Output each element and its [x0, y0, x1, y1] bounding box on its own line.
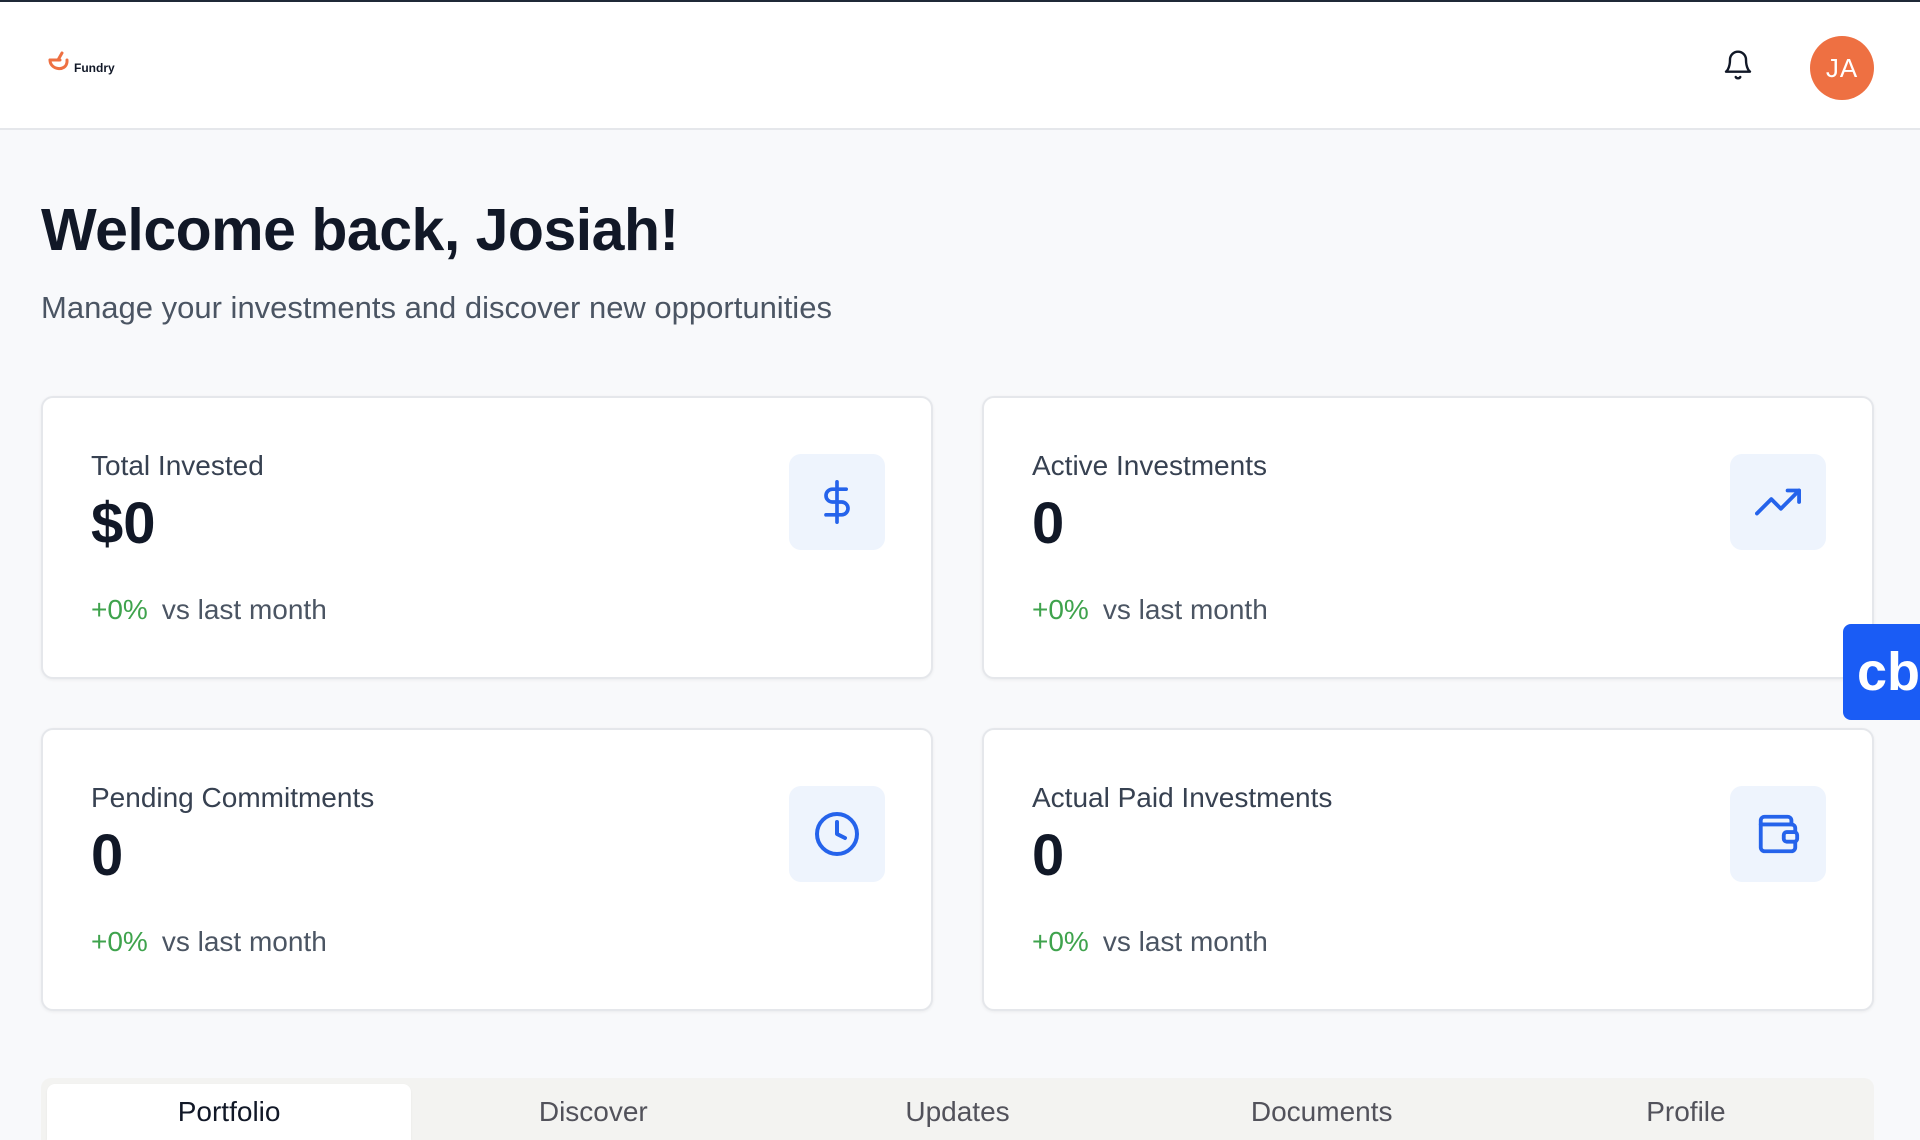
stat-label: Total Invested	[91, 450, 264, 481]
stat-icon-box	[789, 454, 885, 550]
wallet-icon	[1758, 814, 1800, 854]
dashboard-tabs: Portfolio Discover Updates Documents Pro…	[41, 1078, 1874, 1140]
user-avatar[interactable]: JA	[1810, 36, 1874, 100]
stat-change-percent: +0%	[91, 594, 148, 625]
page-subtitle: Manage your investments and discover new…	[41, 290, 832, 325]
tab-updates[interactable]: Updates	[775, 1084, 1139, 1140]
stat-change-percent: +0%	[1032, 926, 1089, 957]
stat-change: +0% vs last month	[91, 926, 327, 958]
dollar-icon	[824, 480, 850, 524]
stat-change-text: vs last month	[1102, 594, 1268, 625]
stat-change: +0% vs last month	[1032, 594, 1268, 626]
stat-change: +0% vs last month	[91, 594, 327, 626]
brand-name: Fundry	[74, 61, 115, 75]
stat-card-total-invested: Total Invested $0 +0% vs last month	[41, 396, 933, 679]
stat-card-active-investments: Active Investments 0 +0% vs last month	[982, 396, 1874, 679]
stat-change-text: vs last month	[1102, 926, 1268, 957]
stat-label: Pending Commitments	[91, 782, 375, 813]
stat-card-pending-commitments: Pending Commitments 0 +0% vs last month	[41, 728, 933, 1011]
stat-change-text: vs last month	[161, 926, 327, 957]
support-chat-widget[interactable]: cb	[1843, 624, 1920, 720]
stat-icon-box	[1730, 786, 1826, 882]
stat-value: 0	[1032, 823, 1065, 888]
stat-change: +0% vs last month	[1032, 926, 1268, 958]
tab-discover[interactable]: Discover	[411, 1084, 775, 1140]
logo-mark-icon	[48, 51, 69, 70]
top-navbar: Fundry JA	[0, 2, 1920, 130]
stat-change-percent: +0%	[91, 926, 148, 957]
bell-icon	[1724, 50, 1752, 80]
page-title: Welcome back, Josiah!	[41, 197, 679, 263]
stat-icon-box	[1730, 454, 1826, 550]
trending-up-icon	[1755, 488, 1801, 516]
stat-label: Active Investments	[1032, 450, 1267, 481]
notifications-button[interactable]	[1722, 48, 1754, 82]
stat-icon-box	[789, 786, 885, 882]
tab-portfolio[interactable]: Portfolio	[47, 1084, 412, 1140]
clock-icon	[815, 812, 859, 856]
stat-change-percent: +0%	[1032, 594, 1089, 625]
stat-value: 0	[1032, 491, 1065, 556]
tab-profile[interactable]: Profile	[1504, 1084, 1868, 1140]
stat-value: $0	[91, 491, 156, 556]
tab-documents[interactable]: Documents	[1140, 1084, 1504, 1140]
stat-value: 0	[91, 823, 124, 888]
stat-card-actual-paid-investments: Actual Paid Investments 0 +0% vs last mon…	[982, 728, 1874, 1011]
stat-change-text: vs last month	[161, 594, 327, 625]
brand-logo[interactable]: Fundry	[46, 50, 115, 76]
stat-label: Actual Paid Investments	[1032, 782, 1333, 813]
